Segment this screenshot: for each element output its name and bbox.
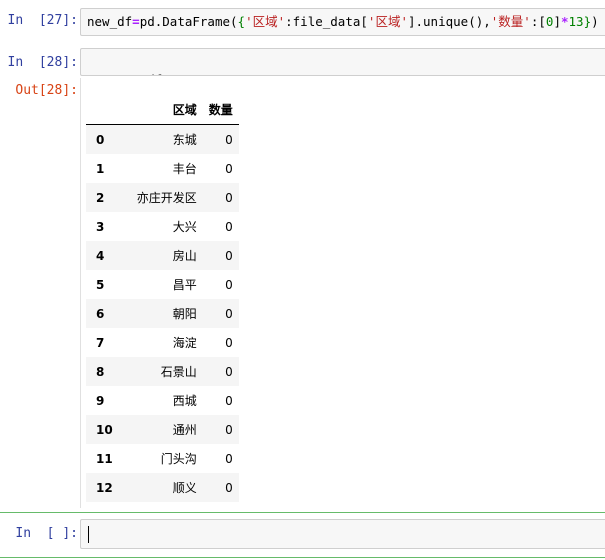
code-token: pd.DataFrame( (139, 14, 238, 29)
row-index: 1 (96, 161, 105, 176)
cell-count: 0 (225, 364, 233, 379)
table-row: 4 房山 0 (86, 241, 239, 270)
cell-count: 0 (225, 248, 233, 263)
cell-region: 丰台 (172, 162, 197, 176)
cell-count: 0 (225, 451, 233, 466)
cell-count: 0 (225, 480, 233, 495)
cell-count: 0 (225, 393, 233, 408)
cell-region: 东城 (172, 133, 197, 147)
text-cursor (88, 526, 89, 543)
row-index: 12 (96, 480, 113, 495)
output-area: 区域 数量 0 东城 0 1 丰台 0 2 亦庄开发区 0 3 大兴 0 4 房山 0 5 昌平 0 6 朝阳 0 7 海淀… (80, 78, 605, 508)
code-token: } (583, 14, 592, 29)
cell-region: 昌平 (172, 278, 197, 292)
row-index: 3 (96, 219, 105, 234)
code-token: ].unique(), (407, 14, 491, 29)
cell-region: 房山 (172, 249, 197, 263)
input-prompt: In [28]: (7, 55, 78, 70)
row-index: 0 (96, 132, 105, 147)
row-index: 7 (96, 335, 105, 350)
table-row: 10 通州 0 (86, 415, 239, 444)
row-index: 10 (96, 422, 113, 437)
code-editor[interactable] (80, 519, 605, 549)
table-row: 9 西城 0 (86, 386, 239, 415)
cell-count: 0 (225, 306, 233, 321)
row-index: 6 (96, 306, 105, 321)
row-index: 5 (96, 277, 105, 292)
code-cell-28[interactable]: In [28]: new_df (0, 46, 605, 80)
input-prompt: In [ ]: (15, 526, 78, 541)
code-token: '区域' (367, 14, 408, 29)
input-prompt: In [27]: (7, 13, 78, 28)
cell-region: 海淀 (172, 336, 197, 350)
code-token: :file_data[ (285, 14, 368, 29)
cell-region: 朝阳 (172, 307, 197, 321)
cell-region: 通州 (172, 423, 197, 437)
cell-region: 大兴 (172, 220, 197, 234)
code-token: ] (553, 14, 561, 29)
code-token: new_df (87, 14, 133, 29)
cell-count: 0 (225, 422, 233, 437)
cell-region: 石景山 (160, 365, 197, 379)
table-row: 7 海淀 0 (86, 328, 239, 357)
cell-region: 顺义 (172, 481, 197, 495)
table-header-row: 区域 数量 (86, 94, 239, 125)
row-index: 4 (96, 248, 105, 263)
code-token: ) (591, 14, 599, 29)
table-row: 11 门头沟 0 (86, 444, 239, 473)
table-row: 3 大兴 0 (86, 212, 239, 241)
table-row: 2 亦庄开发区 0 (86, 183, 239, 212)
code-editor[interactable]: new_df (80, 48, 605, 76)
cell-count: 0 (225, 161, 233, 176)
column-header-count: 数量 (202, 94, 239, 125)
column-header-region: 区域 (130, 94, 203, 125)
code-token: = (132, 14, 140, 29)
code-token: * (560, 14, 569, 29)
code-token: '区域' (245, 14, 286, 29)
table-row: 8 石景山 0 (86, 357, 239, 386)
cell-count: 0 (225, 132, 233, 147)
cell-count: 0 (225, 219, 233, 234)
code-text: new_df (117, 72, 162, 75)
code-token: '数量' (490, 14, 531, 29)
code-token: { (237, 14, 246, 29)
cell-region: 亦庄开发区 (136, 191, 197, 205)
code-token: 13 (568, 14, 584, 29)
code-token: :[ (530, 14, 546, 29)
row-index: 2 (96, 190, 105, 205)
cell-region: 西城 (172, 394, 197, 408)
cell-region: 门头沟 (160, 452, 197, 466)
table-row: 5 昌平 0 (86, 270, 239, 299)
cell-count: 0 (225, 277, 233, 292)
code-cell-27[interactable]: In [27]: new_df=pd.DataFrame({'区域':file_… (0, 6, 605, 40)
cell-count: 0 (225, 190, 233, 205)
cell-count: 0 (225, 335, 233, 350)
output-prompt: Out[28]: (15, 83, 78, 98)
table-row: 6 朝阳 0 (86, 299, 239, 328)
row-index: 9 (96, 393, 105, 408)
table-row: 0 东城 0 (86, 124, 239, 154)
code-editor[interactable]: new_df=pd.DataFrame({'区域':file_data['区域'… (80, 8, 605, 36)
index-header (86, 94, 131, 125)
code-cell-empty[interactable]: In [ ]: (0, 512, 605, 558)
dataframe-table: 区域 数量 0 东城 0 1 丰台 0 2 亦庄开发区 0 3 大兴 0 4 房山 0 5 昌平 0 6 朝阳 0 7 海淀… (86, 94, 239, 502)
table-row: 12 顺义 0 (86, 473, 239, 502)
table-row: 1 丰台 0 (86, 154, 239, 183)
row-index: 11 (96, 451, 113, 466)
row-index: 8 (96, 364, 105, 379)
